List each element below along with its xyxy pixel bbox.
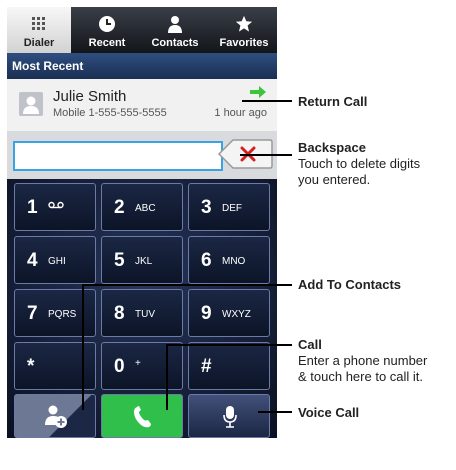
tab-dialer[interactable]: Dialer bbox=[7, 7, 71, 53]
key-digit: 9 bbox=[201, 303, 212, 324]
call-time: 1 hour ago bbox=[214, 107, 267, 119]
key-digit: # bbox=[201, 356, 212, 377]
key-letters: + bbox=[135, 358, 141, 369]
person-icon bbox=[143, 11, 207, 37]
key-letters: DEF bbox=[222, 203, 242, 214]
key-digit: 2 bbox=[114, 197, 125, 218]
contact-name: Julie Smith bbox=[53, 88, 127, 105]
callout-return-call: Return Call bbox=[298, 94, 368, 109]
contact-avatar bbox=[19, 92, 43, 116]
tab-label: Contacts bbox=[151, 37, 199, 49]
recent-call-row[interactable]: Julie Smith Mobile 1-555-555-5555 1 hour… bbox=[7, 79, 277, 131]
tab-favorites[interactable]: Favorites bbox=[211, 7, 277, 53]
voicemail-icon bbox=[48, 201, 64, 212]
callout-backspace: Backspace Touch to delete digits you ent… bbox=[298, 140, 421, 187]
key-5[interactable]: 5 JKL bbox=[101, 236, 183, 284]
key-digit: 5 bbox=[114, 250, 125, 271]
keypad: 1 2 ABC 3 DEF 4 GHI 5 JKL 6 MNO 7 PQRS 8… bbox=[7, 179, 277, 438]
add-contacts-leader-vertical bbox=[82, 284, 84, 410]
key-digit: 3 bbox=[201, 197, 212, 218]
key-letters: GHI bbox=[48, 256, 66, 267]
key-8[interactable]: 8 TUV bbox=[101, 289, 183, 337]
tab-label: Dialer bbox=[23, 37, 55, 49]
key-digit: 7 bbox=[27, 303, 38, 324]
key-letters: ABC bbox=[135, 203, 156, 214]
tab-label: Recent bbox=[88, 37, 126, 49]
tab-bar: Dialer Recent Contacts Favorites bbox=[7, 7, 277, 53]
key-digit: * bbox=[27, 356, 35, 377]
key-6[interactable]: 6 MNO bbox=[188, 236, 270, 284]
key-letters: WXYZ bbox=[222, 309, 251, 320]
dialpad-icon bbox=[7, 11, 71, 37]
key-digit: 4 bbox=[27, 250, 38, 271]
key-digit: 0 bbox=[114, 356, 125, 377]
key-1[interactable]: 1 bbox=[14, 183, 96, 231]
phone-screen: Dialer Recent Contacts Favorites Most Re… bbox=[7, 7, 277, 438]
key-hash[interactable]: # bbox=[188, 342, 270, 390]
most-recent-header: Most Recent bbox=[7, 53, 277, 79]
key-digit: 6 bbox=[201, 250, 212, 271]
key-letters: TUV bbox=[135, 309, 155, 320]
key-0[interactable]: 0 + bbox=[101, 342, 183, 390]
star-icon bbox=[211, 11, 277, 37]
callout-voice-call: Voice Call bbox=[298, 405, 360, 420]
tab-recent[interactable]: Recent bbox=[75, 7, 139, 53]
key-9[interactable]: 9 WXYZ bbox=[188, 289, 270, 337]
key-4[interactable]: 4 GHI bbox=[14, 236, 96, 284]
person-icon bbox=[23, 96, 39, 114]
phone-handset-icon bbox=[134, 406, 151, 428]
key-digit: 1 bbox=[27, 197, 38, 218]
contact-number: Mobile 1-555-555-5555 bbox=[53, 107, 167, 119]
add-contact-icon bbox=[45, 405, 67, 428]
key-3[interactable]: 3 DEF bbox=[188, 183, 270, 231]
digits-input[interactable] bbox=[13, 141, 223, 171]
voice-call-leader bbox=[258, 411, 292, 413]
key-letters: PQRS bbox=[48, 309, 77, 320]
key-2[interactable]: 2 ABC bbox=[101, 183, 183, 231]
call-leader-vertical bbox=[166, 344, 168, 410]
key-letters: JKL bbox=[135, 256, 153, 267]
add-contacts-leader-horizontal bbox=[82, 284, 292, 286]
tab-contacts[interactable]: Contacts bbox=[143, 7, 207, 53]
digits-bar bbox=[7, 131, 277, 179]
callout-call: Call Enter a phone number & touch here t… bbox=[298, 337, 428, 384]
call-button[interactable] bbox=[101, 394, 183, 438]
backspace-leader bbox=[240, 154, 292, 156]
microphone-icon bbox=[223, 406, 237, 428]
tab-label: Favorites bbox=[219, 37, 269, 49]
call-leader-horizontal bbox=[166, 344, 292, 346]
key-letters: MNO bbox=[222, 256, 246, 267]
key-digit: 8 bbox=[114, 303, 125, 324]
clock-icon bbox=[75, 11, 139, 37]
return-call-leader bbox=[242, 100, 292, 102]
callout-add-to-contacts: Add To Contacts bbox=[298, 277, 402, 292]
voice-call-button[interactable] bbox=[188, 394, 270, 438]
